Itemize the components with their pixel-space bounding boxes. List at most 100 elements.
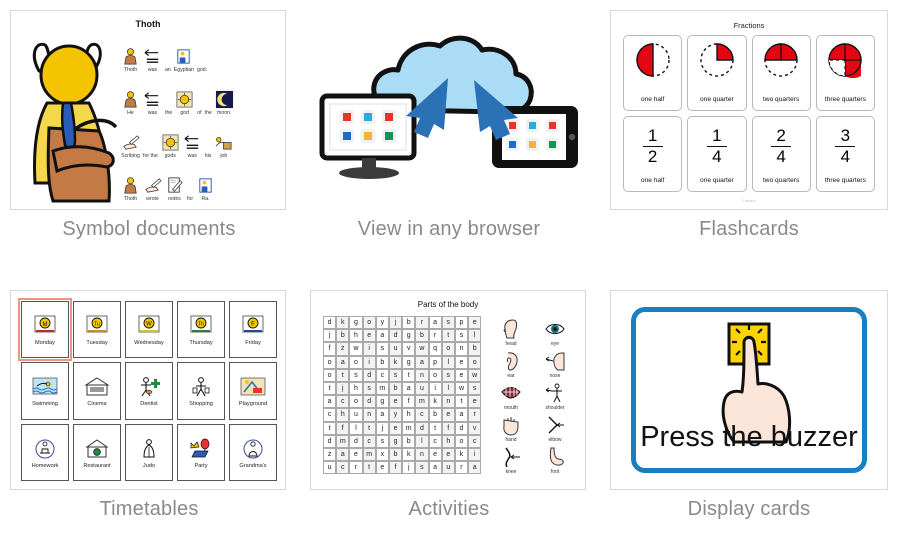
wordsearch-cell[interactable]: n [362, 408, 376, 422]
wordsearch-cell[interactable]: r [428, 329, 442, 343]
wordsearch-grid[interactable]: dkgoyjbraspejbheadgbrtslfzwisuvwqonboaoi… [323, 316, 482, 475]
wordsearch-cell[interactable]: a [415, 355, 429, 369]
wordsearch-cell[interactable]: e [468, 316, 482, 330]
wordsearch-cell[interactable]: i [468, 447, 482, 462]
gallery-item-activities[interactable]: Parts of the body dkgoyjbraspejbheadgbrt… [300, 280, 600, 539]
timetable-cell-monday[interactable]: M Monday [18, 297, 72, 362]
wordsearch-cell[interactable]: b [375, 355, 389, 369]
wordsearch-cell[interactable]: s [454, 329, 469, 343]
wordsearch-cell[interactable]: b [388, 381, 403, 396]
wordsearch-cell[interactable]: s [362, 381, 376, 396]
timetable-cell-thursday[interactable]: Th Thursday [177, 301, 225, 359]
wordsearch-cell[interactable]: l [441, 381, 455, 396]
wordsearch-cell[interactable]: s [441, 316, 455, 330]
wordsearch-cell[interactable]: o [362, 316, 376, 330]
wordsearch-cell[interactable]: u [415, 381, 429, 396]
flashcards-preview[interactable]: Fractions one half one quarter two quart… [610, 10, 888, 210]
wordsearch-cell[interactable]: e [428, 447, 442, 462]
wordsearch-cell[interactable]: e [454, 355, 469, 369]
flashcard[interactable]: one quarter [687, 35, 747, 111]
wordsearch-cell[interactable]: d [415, 421, 429, 435]
flashcard[interactable]: 1 4 one quarter [687, 116, 747, 192]
wordsearch-cell[interactable]: d [362, 395, 376, 409]
wordsearch-cell[interactable]: k [402, 447, 416, 462]
wordsearch-cell[interactable]: e [441, 408, 455, 422]
wordsearch-cell[interactable]: y [388, 408, 403, 422]
wordsearch-cell[interactable]: j [402, 461, 416, 475]
wordsearch-cell[interactable]: e [349, 447, 363, 462]
wordsearch-cell[interactable]: t [362, 461, 376, 475]
wordsearch-cell[interactable]: i [428, 381, 442, 396]
wordsearch-cell[interactable]: j [323, 329, 337, 343]
timetable-cell-cinema[interactable]: Cinema [73, 362, 121, 420]
wordsearch-cell[interactable]: i [362, 355, 376, 369]
wordsearch-cell[interactable]: c [323, 408, 337, 422]
wordsearch-cell[interactable]: s [441, 368, 455, 382]
wordsearch-cell[interactable]: f [336, 421, 350, 435]
wordsearch-cell[interactable]: s [349, 368, 363, 382]
wordsearch-cell[interactable]: k [454, 447, 469, 462]
wordsearch-cell[interactable]: t [441, 329, 455, 343]
symbol-document-preview[interactable]: Thoth Thoth was an Egyptian god. He was … [10, 10, 286, 210]
wordsearch-cell[interactable]: a [336, 355, 350, 369]
wordsearch-cell[interactable]: a [323, 395, 337, 409]
wordsearch-cell[interactable]: a [336, 447, 350, 462]
wordsearch-cell[interactable]: k [388, 355, 403, 369]
timetable-cell-shopping[interactable]: Shopping [177, 362, 225, 420]
wordsearch-cell[interactable]: t [323, 381, 337, 396]
gallery-item-display-cards[interactable]: Press the buzzer Display cards [600, 280, 902, 539]
wordsearch-cell[interactable]: o [323, 355, 337, 369]
wordsearch-cell[interactable]: t [428, 421, 442, 435]
wordsearch-cell[interactable]: t [362, 421, 376, 435]
timetable-cell-wednesday[interactable]: W Wednesday [125, 301, 173, 359]
wordsearch-cell[interactable]: b [402, 434, 416, 448]
wordsearch-cell[interactable]: a [375, 408, 389, 422]
wordsearch-cell[interactable]: m [336, 434, 350, 448]
wordsearch-cell[interactable]: l [468, 329, 482, 343]
wordsearch-cell[interactable]: f [402, 395, 416, 409]
wordsearch-cell[interactable]: f [323, 342, 337, 356]
wordsearch-cell[interactable]: a [468, 461, 482, 475]
timetable-cell-grandmas[interactable]: Grandma's [229, 423, 277, 481]
flashcard[interactable]: two quarters [751, 35, 811, 111]
wordsearch-cell[interactable]: b [336, 329, 350, 343]
wordsearch-cell[interactable]: r [454, 461, 469, 475]
wordsearch-cell[interactable]: z [323, 447, 337, 462]
wordsearch-cell[interactable]: a [428, 316, 442, 330]
wordsearch-cell[interactable]: a [454, 408, 469, 422]
wordsearch-cell[interactable]: a [402, 381, 416, 396]
wordsearch-cell[interactable]: r [415, 316, 429, 330]
wordsearch-cell[interactable]: g [375, 395, 389, 409]
flashcard[interactable]: three quarters [815, 35, 875, 111]
wordsearch-cell[interactable]: u [388, 342, 403, 356]
wordsearch-cell[interactable]: b [388, 447, 403, 462]
wordsearch-cell[interactable]: e [454, 368, 469, 382]
flashcard[interactable]: 1 2 one half [623, 116, 683, 192]
wordsearch-cell[interactable]: u [349, 408, 363, 422]
wordsearch-cell[interactable]: b [415, 329, 429, 343]
wordsearch-cell[interactable]: d [323, 316, 337, 330]
wordsearch-cell[interactable]: w [349, 342, 363, 356]
wordsearch-cell[interactable]: e [375, 461, 389, 475]
wordsearch-cell[interactable]: g [402, 355, 416, 369]
wordsearch-cell[interactable]: u [323, 461, 337, 475]
wordsearch-cell[interactable]: w [415, 342, 429, 356]
wordsearch-cell[interactable]: a [428, 461, 442, 475]
wordsearch-cell[interactable]: w [468, 368, 482, 382]
wordsearch-cell[interactable]: s [415, 461, 429, 475]
wordsearch-cell[interactable]: s [388, 368, 403, 382]
gallery-item-view-in-any-browser[interactable]: View in any browser [300, 0, 600, 280]
wordsearch-cell[interactable]: r [468, 408, 482, 422]
flashcard[interactable]: 3 4 three quarters [815, 116, 875, 192]
wordsearch-cell[interactable]: a [375, 329, 389, 343]
wordsearch-cell[interactable]: w [454, 381, 469, 396]
timetable-cell-party[interactable]: Party [177, 423, 225, 481]
wordsearch-cell[interactable]: d [454, 421, 469, 435]
wordsearch-cell[interactable]: g [349, 316, 363, 330]
timetable-cell-judo[interactable]: Judo [125, 423, 173, 481]
timetable-cell-friday[interactable]: F Friday [229, 301, 277, 359]
wordsearch-cell[interactable]: n [415, 447, 429, 462]
wordsearch-cell[interactable]: z [336, 342, 350, 356]
wordsearch-cell[interactable]: o [454, 434, 469, 448]
wordsearch-cell[interactable]: n [415, 368, 429, 382]
